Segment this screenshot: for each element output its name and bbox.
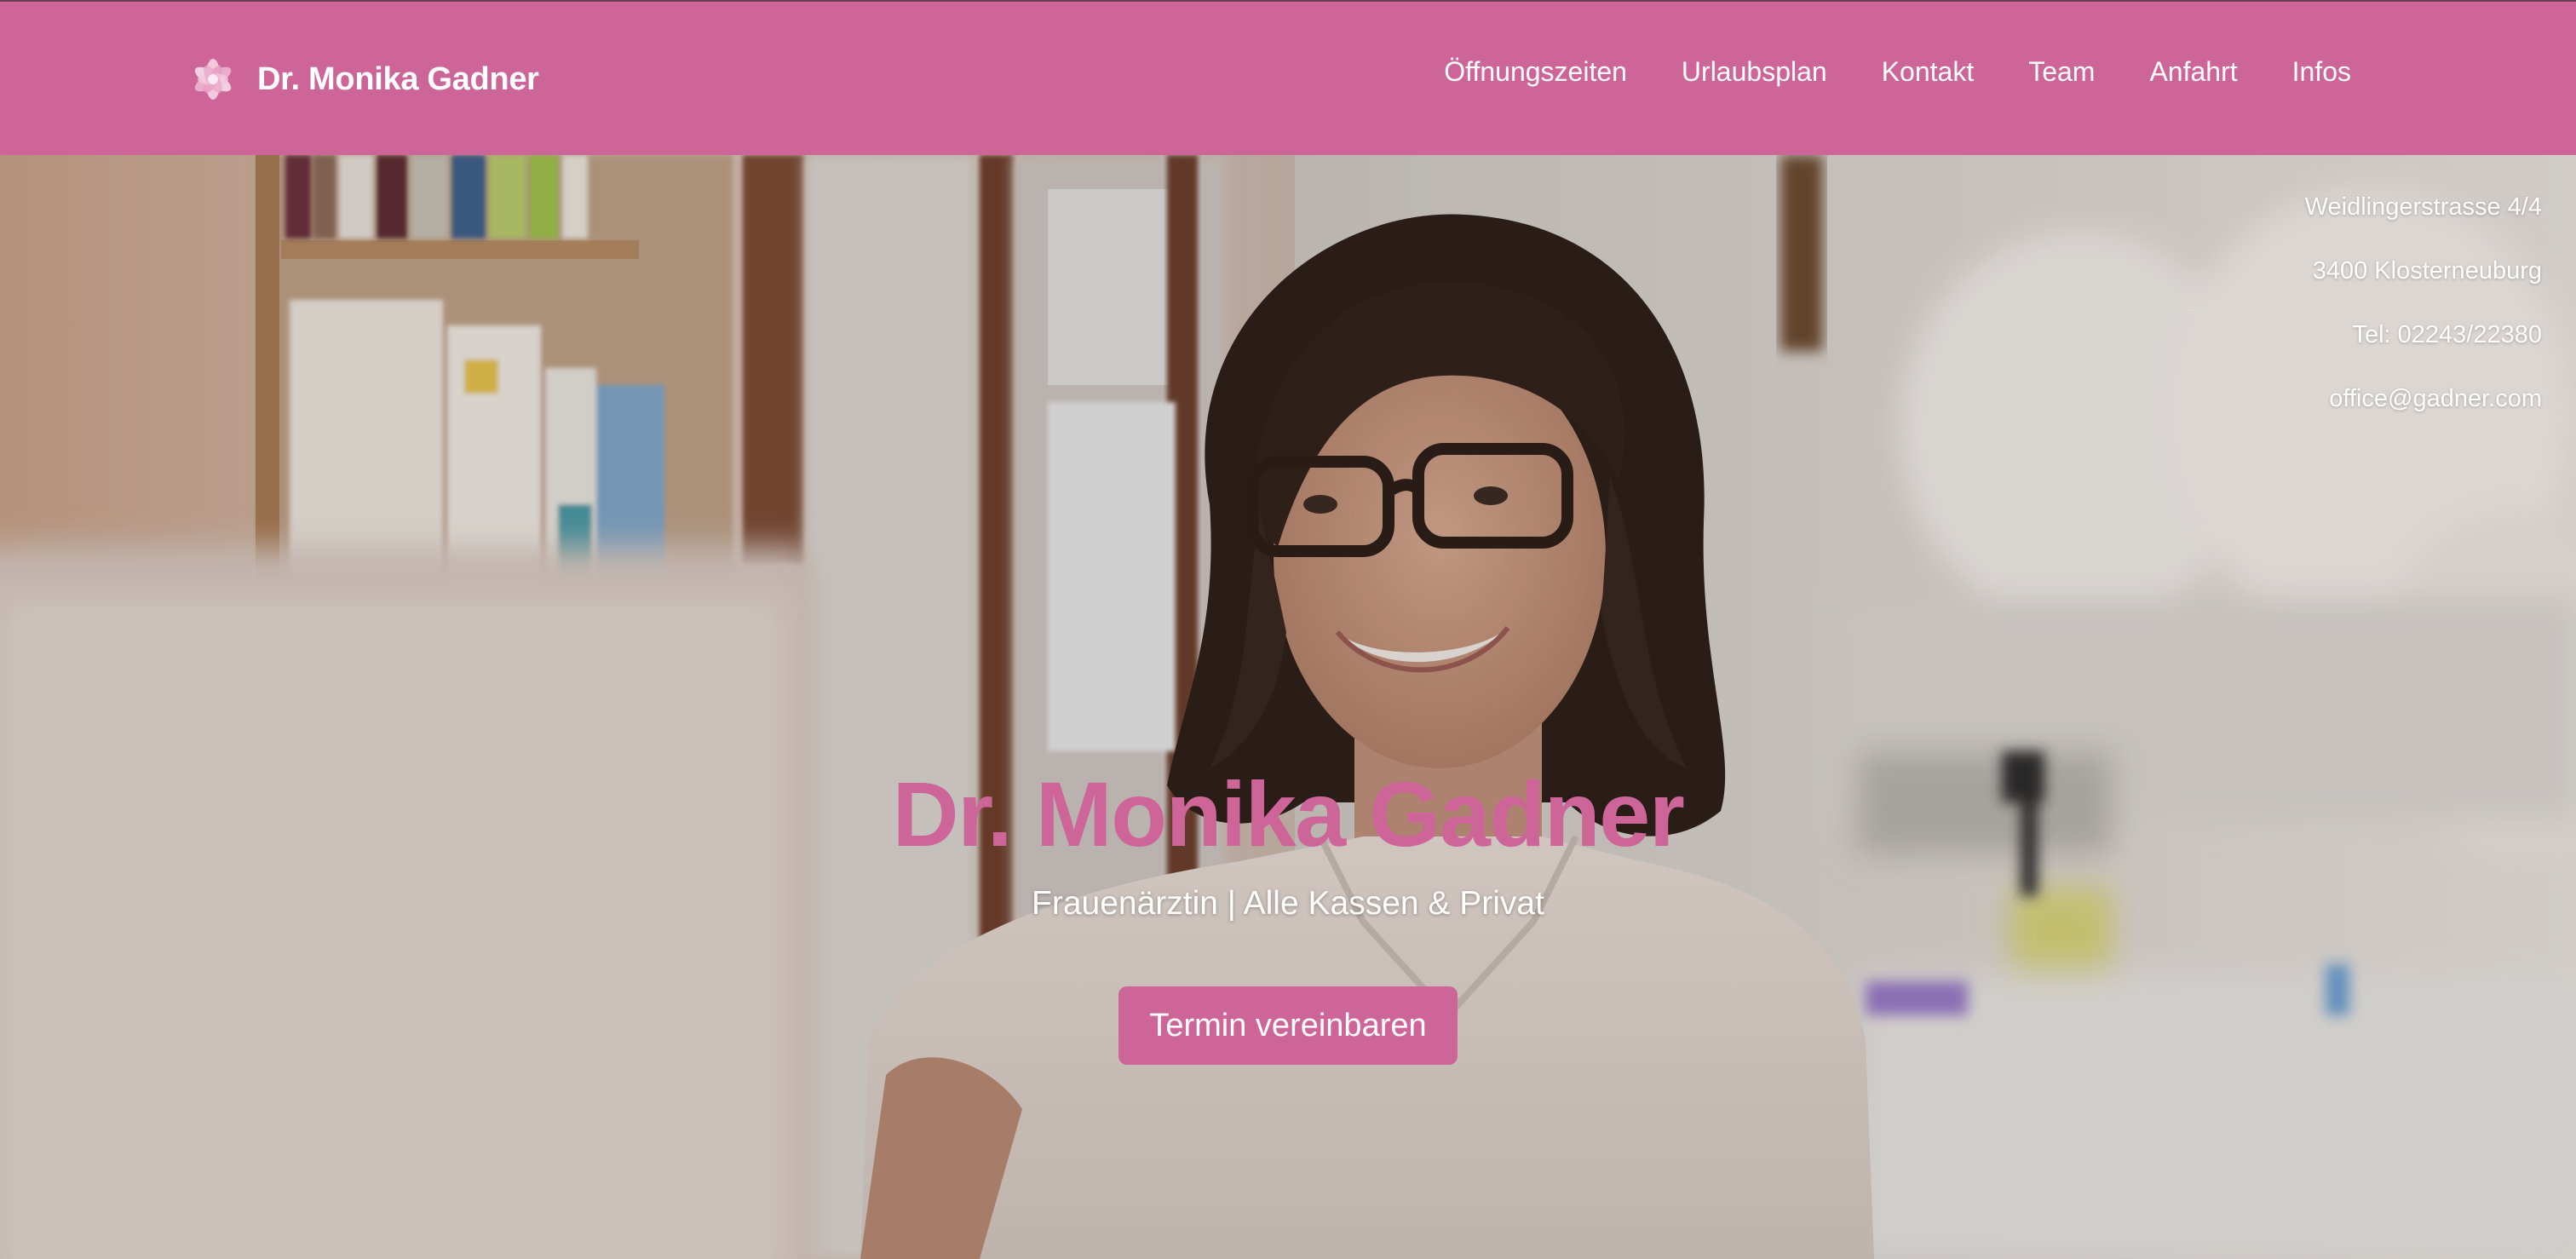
nav-link-urlaubsplan[interactable]: Urlaubsplan [1682, 56, 1827, 88]
nav-link-infos[interactable]: Infos [2292, 56, 2351, 88]
nav-link-anfahrt[interactable]: Anfahrt [2149, 56, 2237, 88]
contact-street: Weidlingerstrasse 4/4 [2304, 193, 2542, 221]
brand-link[interactable]: Dr. Monika Gadner [184, 46, 539, 112]
main-nav: Öffnungszeiten Urlaubsplan Kontakt Team … [1389, 56, 2351, 88]
hero-section: Weidlingerstrasse 4/4 3400 Klosterneubur… [0, 155, 2576, 1259]
nav-link-oeffnungszeiten[interactable]: Öffnungszeiten [1444, 56, 1627, 88]
book-appointment-button[interactable]: Termin vereinbaren [1118, 986, 1458, 1065]
photo-overlay [0, 155, 2576, 1259]
hero-subtitle: Frauenärztin | Alle Kassen & Privat [1032, 885, 1544, 922]
hero-title: Dr. Monika Gadner [892, 762, 1685, 865]
contact-info: Weidlingerstrasse 4/4 3400 Klosterneubur… [2305, 193, 2542, 448]
contact-email: office@gadner.com [2329, 385, 2542, 412]
nav-link-kontakt[interactable]: Kontakt [1882, 56, 1975, 88]
contact-phone: Tel: 02243/22380 [2352, 321, 2542, 348]
navbar: Dr. Monika Gadner Öffnungszeiten Urlaubs… [0, 0, 2576, 155]
flower-icon [194, 59, 232, 100]
nav-link-team[interactable]: Team [2028, 56, 2095, 88]
brand-name: Dr. Monika Gadner [257, 60, 539, 97]
contact-city: 3400 Klosterneuburg [2312, 257, 2542, 285]
